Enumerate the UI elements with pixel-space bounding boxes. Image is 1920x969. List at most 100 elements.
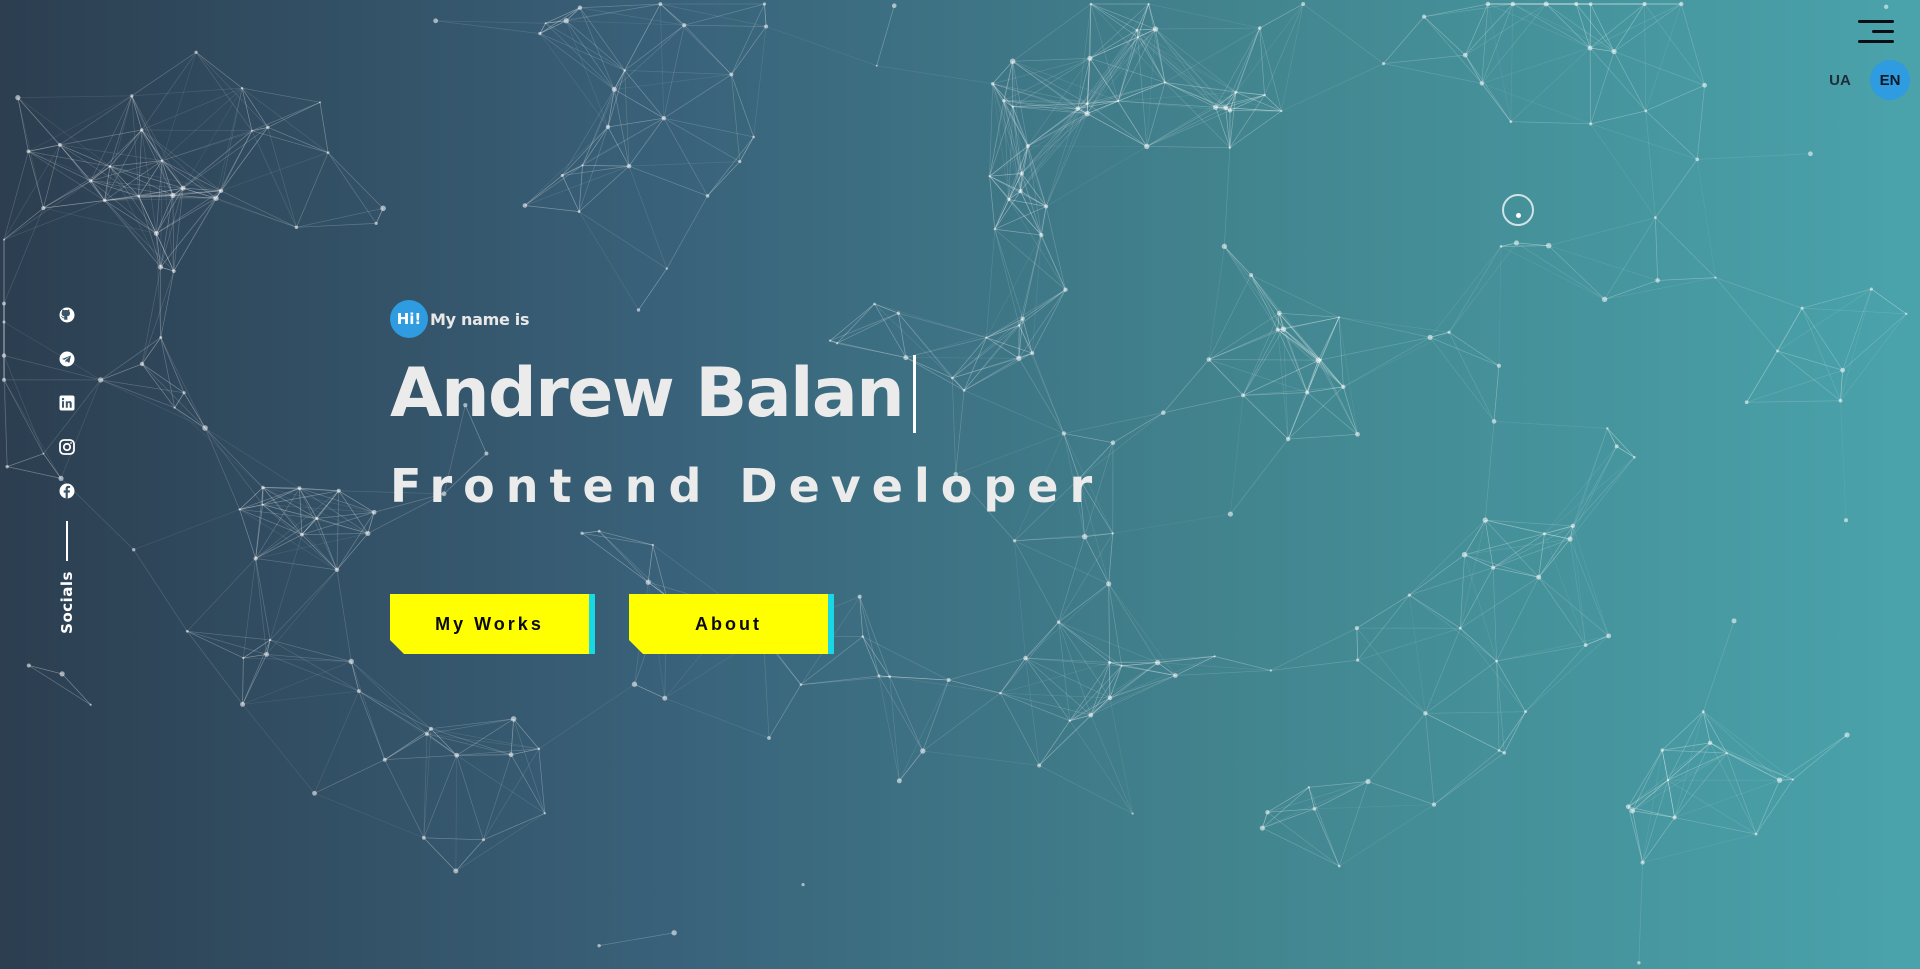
network-line	[1702, 711, 1728, 754]
network-node	[1407, 593, 1411, 597]
network-node	[1545, 242, 1552, 249]
network-line	[239, 487, 264, 510]
network-line	[628, 165, 708, 197]
lang-ua-button[interactable]: UA	[1820, 60, 1860, 100]
network-node	[1838, 398, 1843, 403]
network-node	[1135, 28, 1139, 32]
my-works-button[interactable]: My Works	[390, 594, 595, 654]
network-node	[182, 391, 186, 395]
network-node	[799, 683, 803, 686]
network-line	[141, 270, 175, 365]
network-line	[1155, 28, 1231, 111]
network-line	[1270, 659, 1358, 671]
network-line	[242, 704, 315, 794]
instagram-icon	[59, 439, 75, 455]
network-line	[510, 754, 546, 814]
network-node	[356, 689, 361, 693]
network-node	[764, 24, 769, 29]
network-line	[28, 144, 60, 152]
network-node	[5, 464, 9, 469]
network-line	[1493, 365, 1500, 422]
network-node	[1009, 58, 1016, 65]
network-node	[433, 18, 439, 24]
network-node	[1461, 551, 1468, 558]
network-line	[43, 195, 139, 209]
network-line	[613, 3, 661, 90]
network-node	[102, 198, 107, 203]
network-node	[1213, 655, 1216, 658]
network-line	[1089, 29, 1138, 59]
network-node	[1087, 55, 1093, 61]
network-line	[1755, 779, 1794, 835]
network-line	[1644, 3, 1705, 86]
network-node	[1223, 105, 1229, 111]
network-node	[89, 179, 93, 183]
telegram-link[interactable]	[57, 349, 77, 369]
network-line	[1777, 350, 1843, 371]
network-line	[1484, 421, 1495, 521]
network-line	[28, 151, 91, 182]
network-line	[1448, 246, 1502, 333]
network-node	[752, 135, 755, 139]
network-node	[26, 663, 31, 668]
network-line	[1498, 711, 1526, 751]
network-node	[108, 165, 112, 168]
network-node	[1355, 431, 1360, 437]
network-node	[1611, 48, 1617, 55]
network-line	[1492, 525, 1574, 568]
network-node	[1312, 806, 1317, 811]
network-node	[1263, 93, 1266, 97]
network-line	[100, 379, 175, 409]
lang-en-button[interactable]: EN	[1870, 60, 1910, 100]
github-link[interactable]	[57, 305, 77, 325]
network-line	[1409, 594, 1461, 629]
network-node	[729, 72, 734, 77]
facebook-link[interactable]	[57, 481, 77, 501]
network-node	[510, 716, 517, 722]
network-node	[1019, 171, 1024, 176]
network-line	[1459, 554, 1465, 629]
network-node	[1744, 400, 1749, 405]
network-line	[1040, 234, 1066, 290]
network-node	[1606, 633, 1612, 639]
network-line	[1548, 245, 1605, 300]
hamburger-menu-button[interactable]	[1856, 18, 1894, 44]
network-line	[878, 675, 924, 752]
network-line	[613, 89, 630, 167]
developer-name: Andrew Balan	[390, 354, 905, 433]
network-line	[524, 165, 583, 206]
network-line	[269, 639, 360, 692]
network-line	[1020, 113, 1088, 192]
network-node	[1338, 316, 1341, 319]
instagram-link[interactable]	[57, 437, 77, 457]
network-line	[350, 661, 386, 760]
network-node	[682, 23, 687, 28]
network-line	[90, 160, 163, 182]
network-line	[1155, 27, 1260, 30]
network-line	[1538, 533, 1545, 578]
network-line	[1613, 3, 1682, 52]
network-line	[255, 558, 267, 655]
network-line	[1318, 337, 1431, 361]
network-line	[358, 690, 432, 730]
network-node	[658, 2, 663, 6]
network-line	[1638, 862, 1643, 963]
network-line	[731, 3, 765, 75]
network-line	[186, 631, 243, 705]
network-line	[1433, 752, 1505, 805]
network-line	[296, 207, 384, 228]
network-node	[238, 508, 241, 511]
about-button[interactable]: About	[629, 594, 834, 654]
linkedin-link[interactable]	[57, 393, 77, 413]
network-node	[1131, 812, 1134, 815]
network-line	[1746, 400, 1841, 403]
network-line	[43, 180, 91, 209]
network-line	[1538, 576, 1609, 637]
network-line	[538, 683, 635, 750]
network-node	[139, 361, 145, 367]
network-line	[28, 95, 132, 152]
network-node	[334, 567, 340, 573]
network-line	[513, 718, 546, 814]
network-line	[1090, 3, 1138, 31]
network-line	[1208, 328, 1284, 360]
